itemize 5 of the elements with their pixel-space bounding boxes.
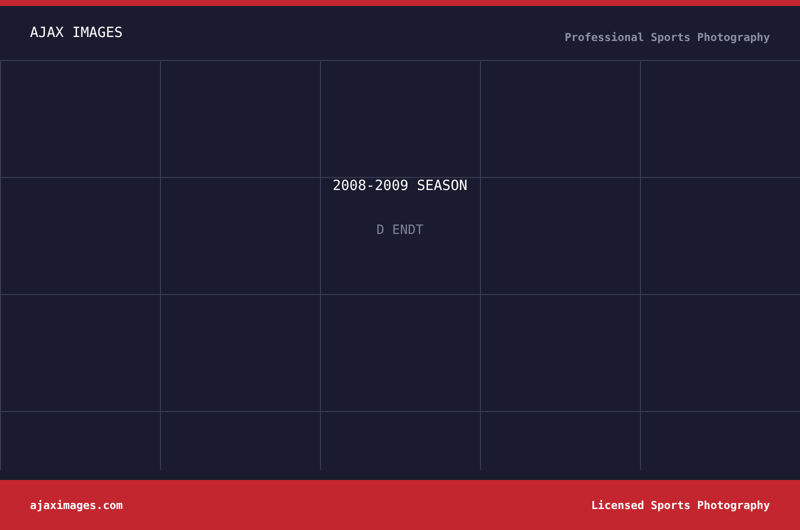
footer-tagline: Licensed Sports Photography	[591, 498, 770, 512]
header-tagline: Professional Sports Photography	[564, 31, 770, 44]
site-title: AJAX IMAGES	[30, 25, 123, 41]
season-subheading: D ENDT	[376, 223, 424, 238]
footer-site-url: ajaximages.com	[30, 498, 123, 512]
